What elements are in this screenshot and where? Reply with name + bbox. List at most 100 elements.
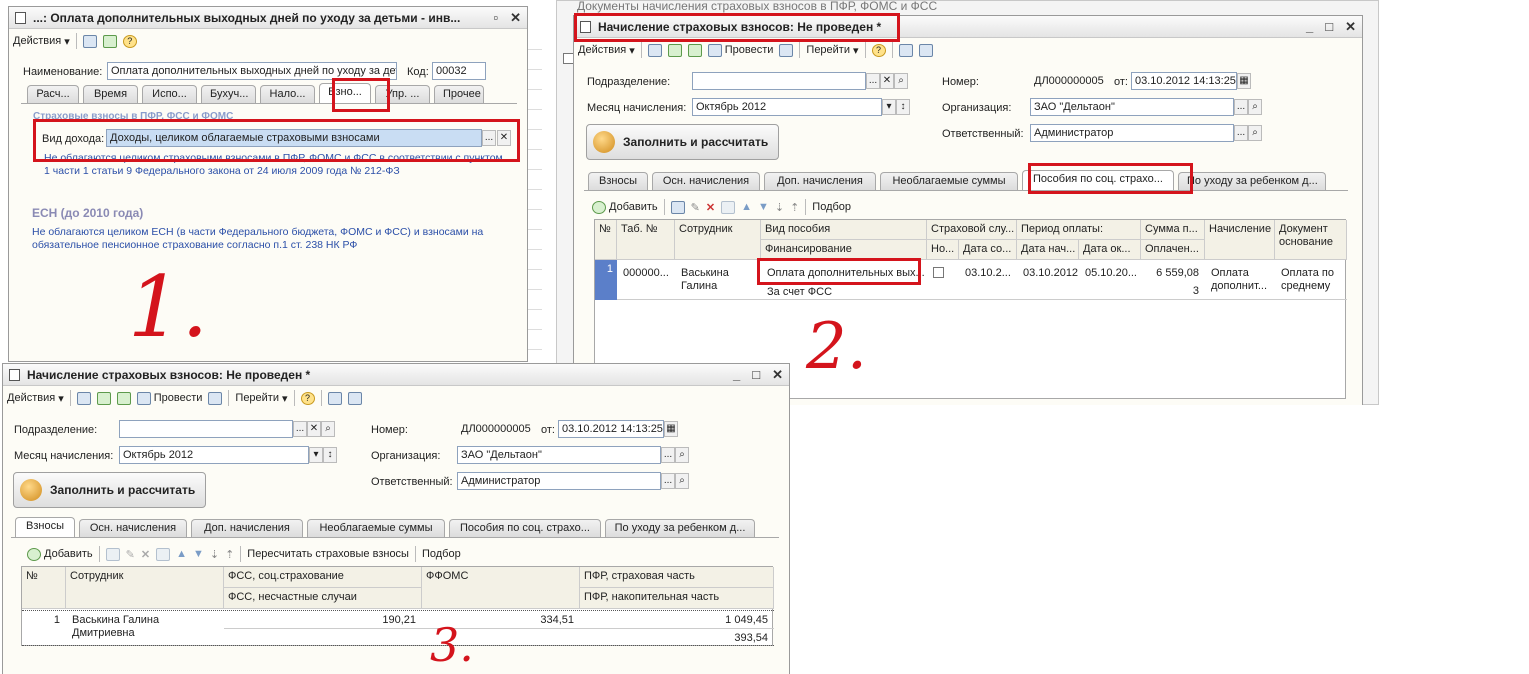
select-button[interactable]: ... — [661, 447, 675, 463]
tab-accounting[interactable]: Бухуч... — [201, 85, 256, 103]
actions-menu[interactable]: Действия ▾ — [13, 35, 70, 48]
stepper-icon[interactable]: ↕ — [323, 447, 337, 463]
delete-icon[interactable]: ✕ — [141, 548, 150, 561]
search-icon[interactable]: ⌕ — [675, 447, 689, 463]
sort-asc-icon[interactable]: ⇣ — [210, 548, 219, 561]
select-button[interactable]: ... — [661, 473, 675, 489]
save-close-icon[interactable] — [647, 43, 662, 57]
tab-time[interactable]: Время — [83, 85, 138, 103]
copy-icon[interactable] — [687, 43, 702, 57]
structure-icon[interactable] — [918, 43, 933, 57]
copy-row-icon[interactable] — [670, 200, 685, 214]
list-icon[interactable] — [898, 43, 913, 57]
minimize-icon[interactable]: _ — [733, 367, 740, 383]
add-button[interactable]: Добавить — [27, 547, 93, 561]
save-close-icon[interactable] — [76, 391, 91, 405]
refresh-icon[interactable] — [96, 391, 111, 405]
clear-icon[interactable]: ✕ — [880, 73, 894, 89]
calendar-icon[interactable]: ▦ — [1237, 73, 1251, 89]
goto-menu[interactable]: Перейти ▾ — [806, 44, 858, 57]
post-button[interactable]: Провести — [707, 43, 773, 57]
tab-extra-accruals[interactable]: Доп. начисления — [764, 172, 876, 190]
close-icon[interactable]: ✕ — [1345, 19, 1356, 35]
goto-menu[interactable]: Перейти ▾ — [235, 392, 287, 405]
search-icon[interactable]: ⌕ — [675, 473, 689, 489]
help-icon[interactable]: ? — [871, 43, 886, 57]
move-down-icon[interactable]: ▼ — [193, 548, 204, 560]
tab-childcare[interactable]: По уходу за ребенком д... — [605, 519, 755, 537]
chevron-down-icon[interactable]: ▾ — [882, 99, 896, 115]
search-icon[interactable]: ⌕ — [1248, 99, 1262, 115]
pick-button[interactable]: Подбор — [422, 548, 461, 560]
tab-social-benefits[interactable]: Пособия по соц. страхо... — [449, 519, 601, 537]
department-field[interactable] — [692, 72, 866, 90]
month-field[interactable]: Октябрь 2012 — [692, 98, 882, 116]
structure-icon[interactable] — [347, 391, 362, 405]
search-icon[interactable]: ⌕ — [894, 73, 908, 89]
tab-tax[interactable]: Нало... — [260, 85, 315, 103]
clear-icon[interactable]: ✕ — [307, 421, 321, 437]
move-up-icon[interactable]: ▲ — [741, 201, 752, 213]
tab-contributions[interactable]: Взносы — [15, 517, 75, 537]
select-button[interactable]: ... — [1234, 125, 1248, 141]
tab-main-accruals[interactable]: Осн. начисления — [652, 172, 760, 190]
date-field[interactable]: 03.10.2012 14:13:25 — [1131, 72, 1237, 90]
row-checkbox[interactable] — [933, 267, 944, 278]
help-icon[interactable]: ? — [122, 34, 137, 48]
unpost-icon[interactable] — [208, 391, 223, 405]
refresh-icon[interactable] — [667, 43, 682, 57]
code-field[interactable]: 00032 — [432, 62, 486, 80]
responsible-field[interactable]: Администратор — [457, 472, 661, 490]
maximize-icon[interactable]: □ — [1325, 19, 1333, 35]
search-icon[interactable]: ⌕ — [1248, 125, 1262, 141]
maximize-icon[interactable]: □ — [752, 367, 760, 383]
save-close-icon[interactable] — [82, 34, 97, 48]
actions-menu[interactable]: Действия ▾ — [578, 44, 635, 57]
tab-contributions[interactable]: Взносы — [588, 172, 648, 190]
month-field[interactable]: Октябрь 2012 — [119, 446, 309, 464]
sort-asc-icon[interactable]: ⇣ — [775, 201, 784, 214]
move-up-icon[interactable]: ▲ — [176, 548, 187, 560]
date-field[interactable]: 03.10.2012 14:13:25 — [558, 420, 664, 438]
edit-icon[interactable]: ✎ — [691, 201, 700, 214]
sort-desc-icon[interactable]: ⇡ — [225, 548, 234, 561]
add-button[interactable]: Добавить — [592, 200, 658, 214]
refresh-icon[interactable] — [102, 34, 117, 48]
unpost-icon[interactable] — [779, 43, 794, 57]
tab-childcare[interactable]: По уходу за ребенком д... — [1178, 172, 1326, 190]
tab-non-taxable[interactable]: Необлагаемые суммы — [880, 172, 1018, 190]
tab-other[interactable]: Прочее — [434, 85, 484, 103]
help-icon[interactable]: ? — [300, 391, 315, 405]
close-icon[interactable]: ✕ — [510, 10, 521, 26]
fill-and-calculate-button[interactable]: Заполнить и рассчитать — [13, 472, 206, 508]
move-down-icon[interactable]: ▼ — [758, 201, 769, 213]
copy-icon[interactable] — [116, 391, 131, 405]
department-field[interactable] — [119, 420, 293, 438]
minimize-icon[interactable]: _ — [1306, 19, 1313, 35]
post-button[interactable]: Провести — [136, 391, 202, 405]
search-icon[interactable]: ⌕ — [321, 421, 335, 437]
tab-calc[interactable]: Расч... — [27, 85, 79, 103]
stepper-icon[interactable]: ↕ — [896, 99, 910, 115]
select-button[interactable]: ... — [1234, 99, 1248, 115]
list-icon[interactable] — [327, 391, 342, 405]
copy-row-icon[interactable] — [105, 547, 120, 561]
sort-desc-icon[interactable]: ⇡ — [790, 201, 799, 214]
fill-and-calculate-button[interactable]: Заполнить и рассчитать — [586, 124, 779, 160]
tab-non-taxable[interactable]: Необлагаемые суммы — [307, 519, 445, 537]
pick-button[interactable]: Подбор — [812, 201, 851, 213]
recalculate-button[interactable]: Пересчитать страховые взносы — [247, 548, 409, 560]
number-field[interactable]: ДЛ000000005 — [457, 420, 537, 438]
post-row-icon[interactable] — [156, 547, 171, 561]
restore-icon[interactable]: ▫ — [493, 10, 498, 26]
post-row-icon[interactable] — [721, 200, 736, 214]
responsible-field[interactable]: Администратор — [1030, 124, 1234, 142]
tab-main-accruals[interactable]: Осн. начисления — [79, 519, 187, 537]
actions-menu[interactable]: Действия ▾ — [7, 392, 64, 405]
edit-icon[interactable]: ✎ — [126, 548, 135, 561]
tab-usage[interactable]: Испо... — [142, 85, 197, 103]
organization-field[interactable]: ЗАО "Дельтаон" — [457, 446, 661, 464]
close-icon[interactable]: ✕ — [772, 367, 783, 383]
select-button[interactable]: ... — [293, 421, 307, 437]
organization-field[interactable]: ЗАО "Дельтаон" — [1030, 98, 1234, 116]
